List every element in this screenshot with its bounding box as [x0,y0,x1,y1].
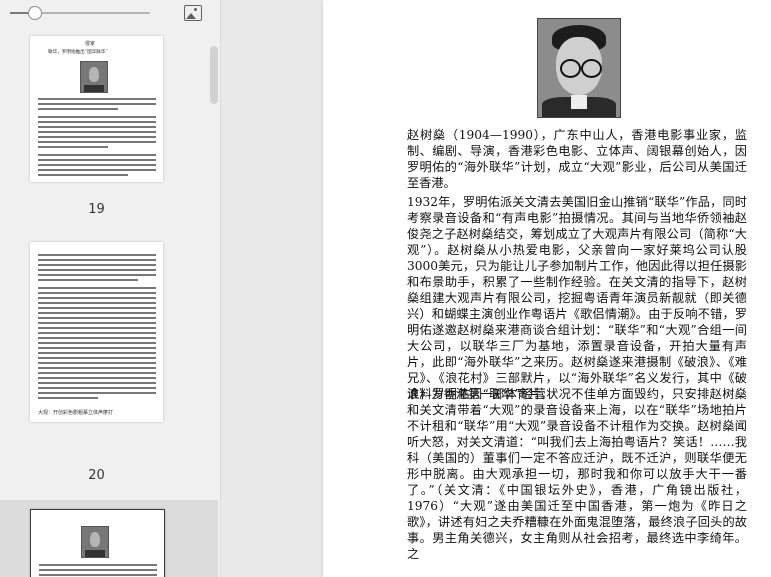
thumbnail-page-number: 19 [88,202,105,217]
thumbnail-photo [80,61,108,93]
paragraph-intro: 赵树燊（1904—1990），广东中山人，香港电影事业家，监制、编剧、导演，香港… [407,128,747,190]
thumbnail-page-21[interactable] [30,509,165,577]
thumbnail-page-20[interactable]: 大观：开创彩色剧粗摹立体声摩打 [30,242,163,422]
thumbnail-page-19[interactable]: 侵家 联华，罗明佑推出“国华联华” [30,36,163,182]
thumbnail-photo [81,526,109,558]
sidebar-scrollbar[interactable] [210,46,218,104]
portrait-photo [537,18,621,118]
document-page: 赵树燊（1904—1990），广东中山人，香港电影事业家，监制、编剧、导演，香港… [323,0,771,577]
paragraph-conflict: 谁料罗明佑因“联华”经营状况不佳单方面毁约，只安排赵树燊和关文清带着“大观”的录… [407,387,747,561]
thumbnail-sidebar: 侵家 联华，罗明佑推出“国华联华” 19 大观：开创彩色剧粗摹立体声摩打 20 [0,0,221,577]
zoom-slider-handle[interactable] [28,6,43,20]
thumbnail-subheading: 联华，罗明佑推出“国华联华” [48,50,108,55]
image-icon[interactable] [184,5,202,21]
paragraph-history: 1932年，罗明佑派关文清去美国旧金山推销“联华”作品，同时考察录音设备和“有声… [407,195,747,401]
thumbnail-caption: 大观：开创彩色剧粗摹立体声摩打 [38,410,114,416]
thumbnail-heading: 侵家 [85,41,96,47]
thumbnail-page-number: 20 [88,468,105,483]
sidebar-toolbar [0,0,220,28]
thumbnail-zoom-slider[interactable] [10,6,150,20]
